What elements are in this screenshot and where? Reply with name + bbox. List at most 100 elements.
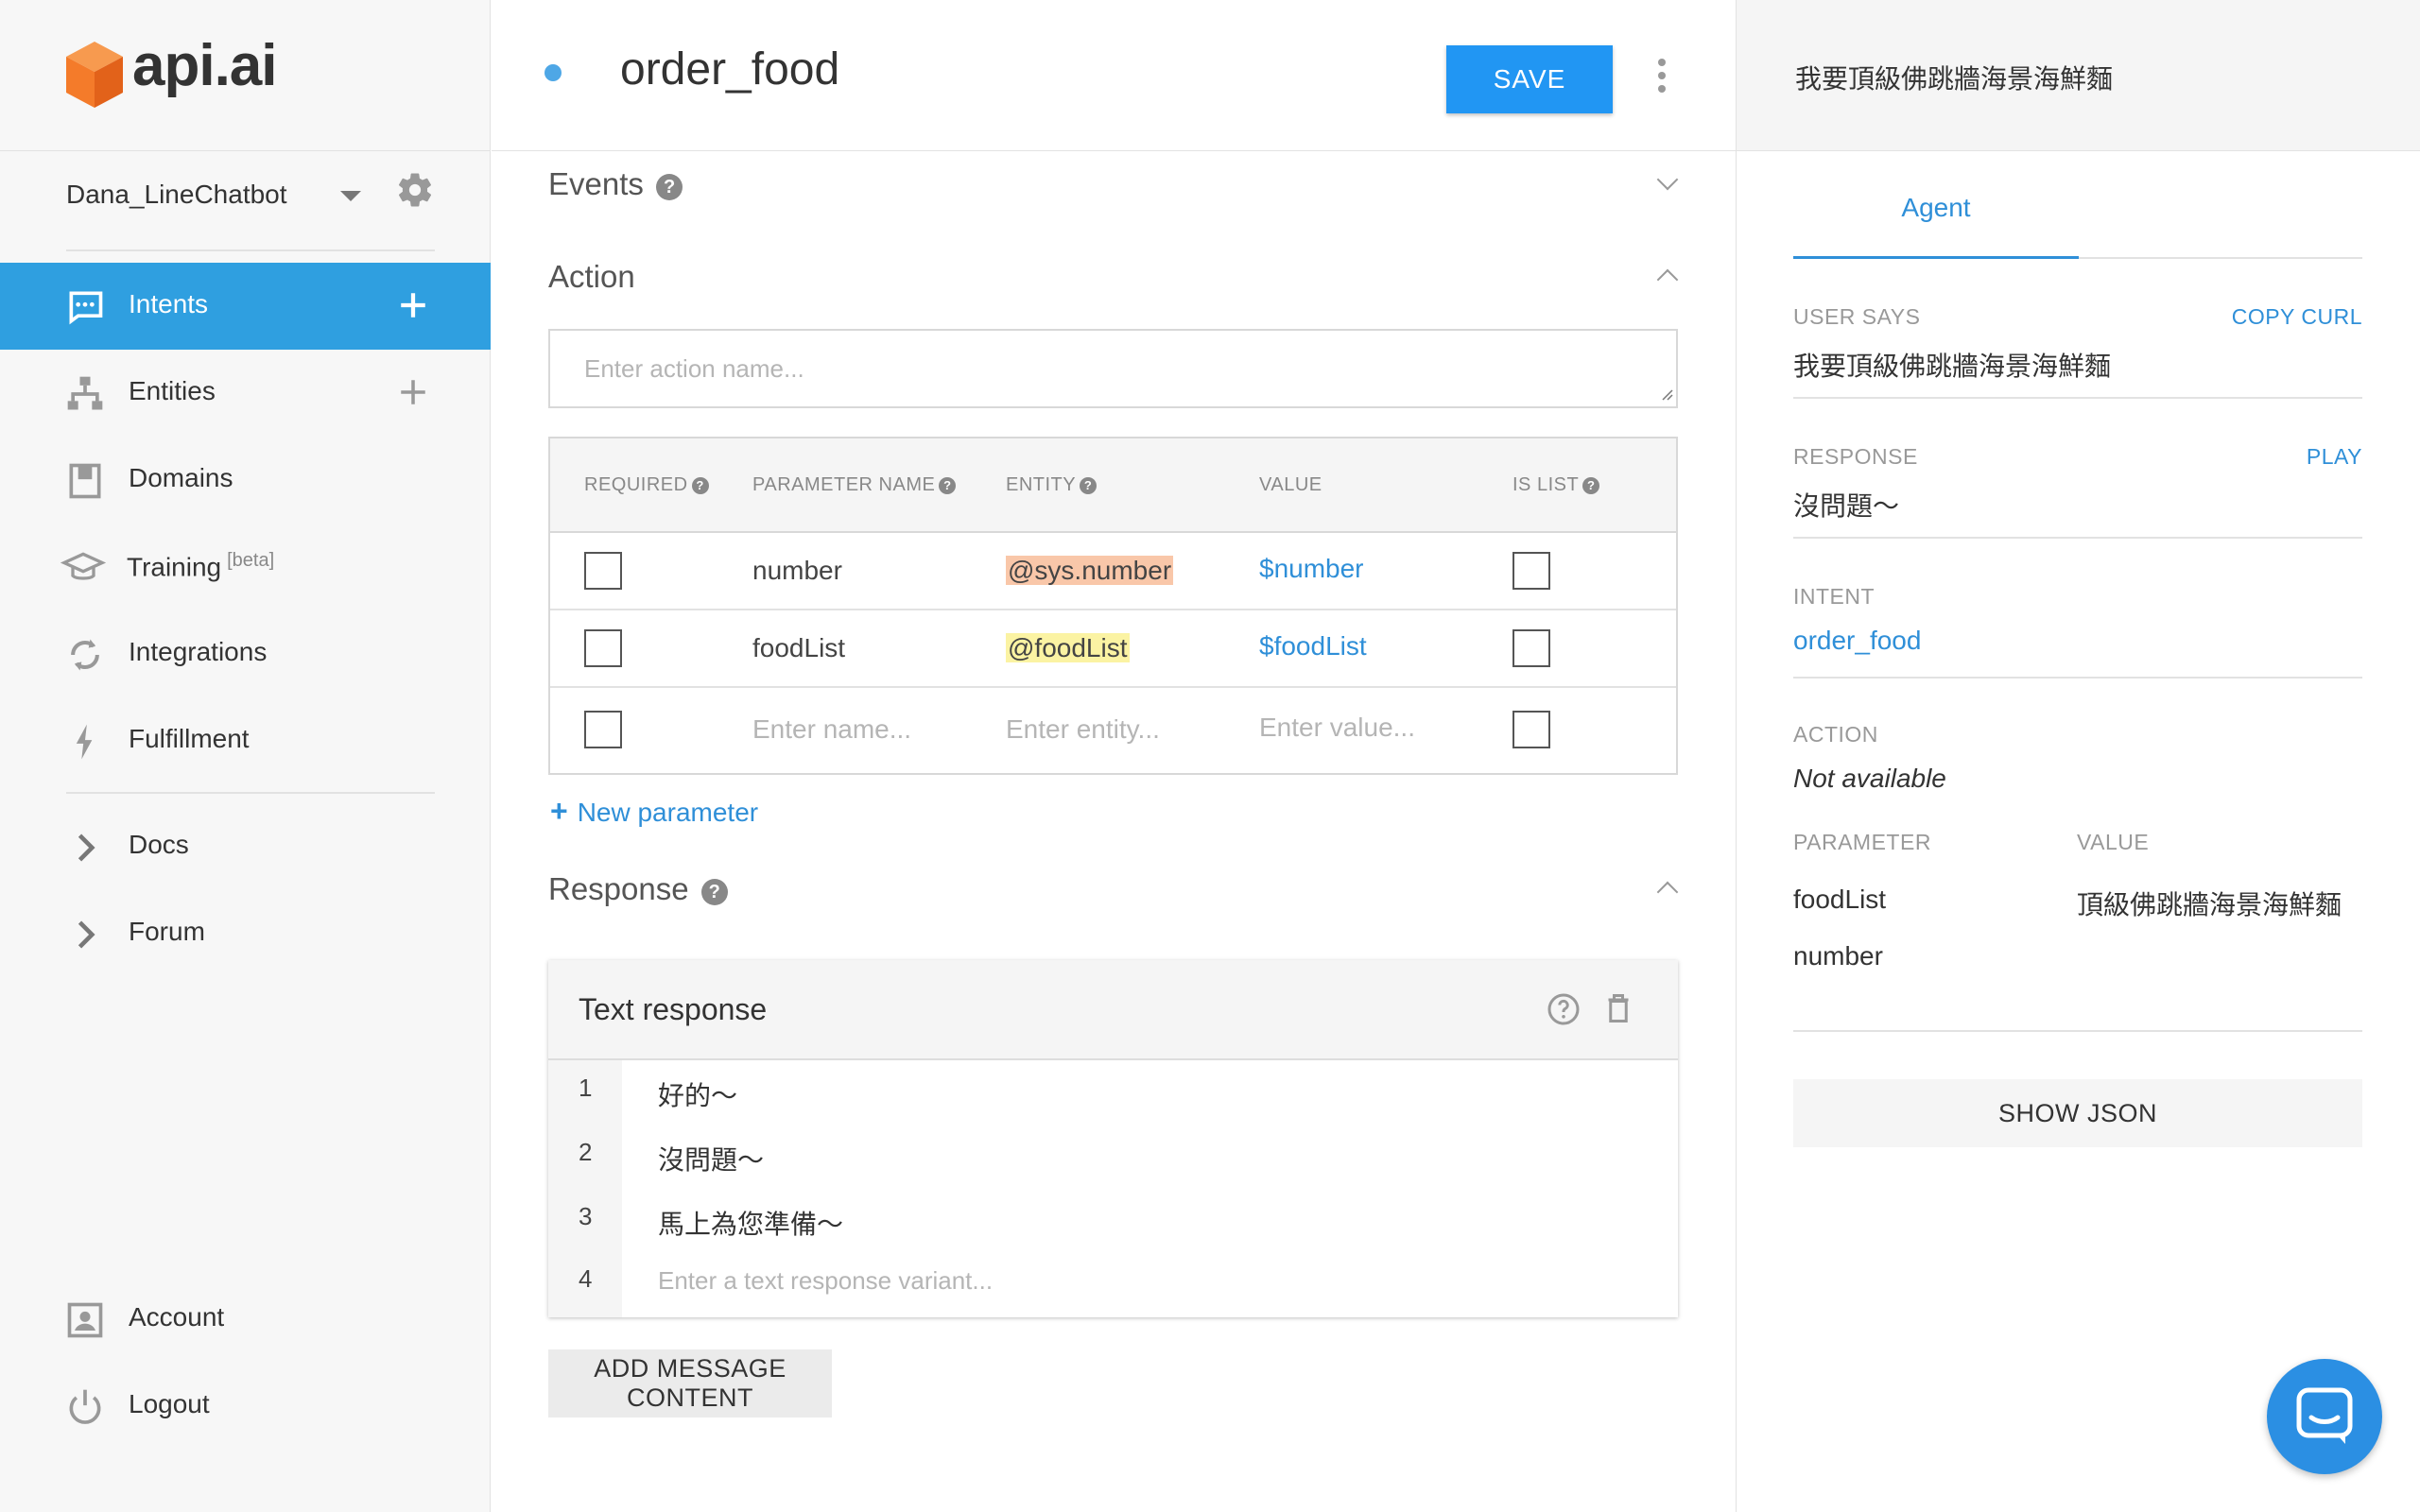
- th-required: REQUIRED?: [584, 474, 709, 496]
- help-icon[interactable]: ?: [700, 879, 728, 905]
- help-icon[interactable]: ?: [1582, 477, 1600, 494]
- param-value: 頂級佛跳牆海景海鮮麵: [2077, 890, 2342, 919]
- parameter-header: PARAMETER: [1793, 830, 1931, 854]
- response-value: 沒問題～: [1793, 491, 1900, 521]
- intent-title[interactable]: order_food: [620, 43, 839, 95]
- response-line[interactable]: 4 Enter a text response variant...: [548, 1251, 1678, 1314]
- required-checkbox[interactable]: [584, 552, 622, 590]
- copy-curl-link[interactable]: COPY CURL: [2232, 304, 2362, 330]
- param-entity[interactable]: @foodList: [1006, 633, 1130, 663]
- is-list-checkbox[interactable]: [1512, 552, 1550, 590]
- is-list-checkbox[interactable]: [1512, 711, 1550, 748]
- add-message-content-button[interactable]: ADD MESSAGE CONTENT: [548, 1349, 832, 1418]
- th-entity: ENTITY?: [1006, 474, 1098, 496]
- response-label: RESPONSE: [1793, 444, 1918, 469]
- chevron-right-icon: [78, 833, 95, 862]
- new-parameter-link[interactable]: + New parameter: [550, 794, 758, 829]
- nav-fulfillment[interactable]: Fulfillment: [0, 697, 491, 784]
- api-ai-logo-icon: [66, 42, 123, 108]
- required-checkbox[interactable]: [584, 711, 622, 748]
- add-entity-plus-icon[interactable]: [397, 376, 429, 408]
- parameters-section: PARAMETER VALUE foodList 頂級佛跳牆海景海鮮麵 numb…: [1793, 830, 2362, 1032]
- nav-docs-label: Docs: [129, 830, 189, 859]
- add-intent-plus-icon[interactable]: [397, 289, 429, 321]
- help-circle-icon[interactable]: [1547, 992, 1581, 1026]
- nav-integrations[interactable]: Integrations: [0, 610, 491, 697]
- param-value[interactable]: $foodList: [1259, 631, 1367, 662]
- chevron-down-icon[interactable]: [340, 191, 361, 201]
- intent-editor: order_food SAVE Events ? Action REQUIRED…: [492, 0, 1736, 1512]
- show-json-button[interactable]: SHOW JSON: [1793, 1079, 2362, 1147]
- status-dot: [544, 64, 562, 81]
- nav-training[interactable]: Training [beta]: [0, 524, 491, 610]
- gear-icon[interactable]: [395, 170, 435, 210]
- response-section-header[interactable]: Response ?: [548, 871, 728, 907]
- th-is-list: IS LIST?: [1512, 474, 1600, 496]
- chevron-up-icon[interactable]: [1656, 881, 1679, 903]
- param-value-input[interactable]: Enter value...: [1259, 713, 1415, 743]
- param-name[interactable]: foodList: [752, 633, 845, 663]
- response-text[interactable]: 好的～: [658, 1075, 737, 1113]
- intent-section: INTENT order_food: [1793, 584, 2362, 679]
- table-row: number @sys.number $number: [550, 533, 1676, 610]
- chevron-up-icon[interactable]: [1656, 268, 1679, 291]
- param-name[interactable]: number: [752, 556, 842, 586]
- response-line[interactable]: 1 好的～: [548, 1060, 1678, 1123]
- more-options-icon[interactable]: [1656, 59, 1668, 96]
- action-title: Action: [548, 259, 635, 294]
- param-entity-input[interactable]: Enter entity...: [1006, 714, 1160, 745]
- th-entity-label: ENTITY: [1006, 474, 1077, 495]
- try-it-now-bar[interactable]: 我要頂級佛跳牆海景海鮮麵: [1737, 0, 2420, 151]
- response-variant-input[interactable]: Enter a text response variant...: [658, 1266, 993, 1296]
- resize-handle-icon[interactable]: [1660, 387, 1673, 401]
- logo[interactable]: api.ai: [0, 0, 491, 151]
- response-line[interactable]: 3 馬上為您準備～: [548, 1189, 1678, 1251]
- tab-agent[interactable]: Agent: [1793, 189, 2079, 259]
- response-text[interactable]: 馬上為您準備～: [658, 1204, 843, 1242]
- nav-entities[interactable]: Entities: [0, 350, 491, 437]
- action-name-input[interactable]: [548, 329, 1678, 408]
- play-link[interactable]: PLAY: [2307, 444, 2362, 470]
- intent-link[interactable]: order_food: [1793, 626, 1921, 656]
- help-icon[interactable]: ?: [1080, 477, 1098, 494]
- required-checkbox[interactable]: [584, 629, 622, 667]
- nav-intents[interactable]: Intents: [0, 263, 491, 350]
- parameters-table-header: REQUIRED? PARAMETER NAME? ENTITY? VALUE …: [550, 438, 1676, 533]
- help-icon[interactable]: ?: [656, 174, 683, 200]
- param-entity[interactable]: @sys.number: [1006, 556, 1174, 586]
- th-required-label: REQUIRED: [584, 474, 688, 495]
- trash-icon[interactable]: [1601, 990, 1635, 1026]
- agent-selector[interactable]: Dana_LineChatbot: [66, 166, 435, 251]
- user-says-value: 我要頂級佛跳牆海景海鮮麵: [1793, 352, 2112, 381]
- th-name-label: PARAMETER NAME: [752, 474, 936, 495]
- text-response-title: Text response: [579, 992, 768, 1026]
- th-parameter-name: PARAMETER NAME?: [752, 474, 957, 496]
- chevron-down-icon[interactable]: [1656, 168, 1679, 191]
- try-it-now-input[interactable]: 我要頂級佛跳牆海景海鮮麵: [1795, 59, 2113, 96]
- nav-intents-label: Intents: [129, 289, 209, 318]
- action-section-header[interactable]: Action: [548, 259, 635, 295]
- entity-highlight: @sys.number: [1006, 556, 1174, 585]
- response-text[interactable]: 沒問題～: [658, 1140, 764, 1177]
- nav-logout[interactable]: Logout: [0, 1363, 491, 1450]
- chevron-right-icon: [78, 920, 95, 949]
- response-line[interactable]: 2 沒問題～: [548, 1125, 1678, 1187]
- support-chat-button[interactable]: [2267, 1359, 2382, 1474]
- help-nav: Docs Forum: [0, 803, 491, 977]
- action-section: ACTION Not available: [1793, 722, 2362, 807]
- param-name-input[interactable]: Enter name...: [752, 714, 911, 745]
- chat-icon: [69, 291, 103, 325]
- nav-forum[interactable]: Forum: [0, 890, 491, 977]
- is-list-checkbox[interactable]: [1512, 629, 1550, 667]
- plus-icon: +: [550, 794, 568, 828]
- nav-domains[interactable]: Domains: [0, 437, 491, 524]
- help-icon[interactable]: ?: [691, 477, 709, 494]
- graduation-cap-icon: [60, 552, 107, 580]
- th-value: VALUE: [1259, 474, 1322, 496]
- save-button[interactable]: SAVE: [1446, 45, 1613, 113]
- help-icon[interactable]: ?: [939, 477, 957, 494]
- events-section-header[interactable]: Events ?: [548, 166, 683, 202]
- param-value[interactable]: $number: [1259, 554, 1364, 584]
- nav-account[interactable]: Account: [0, 1276, 491, 1363]
- nav-docs[interactable]: Docs: [0, 803, 491, 890]
